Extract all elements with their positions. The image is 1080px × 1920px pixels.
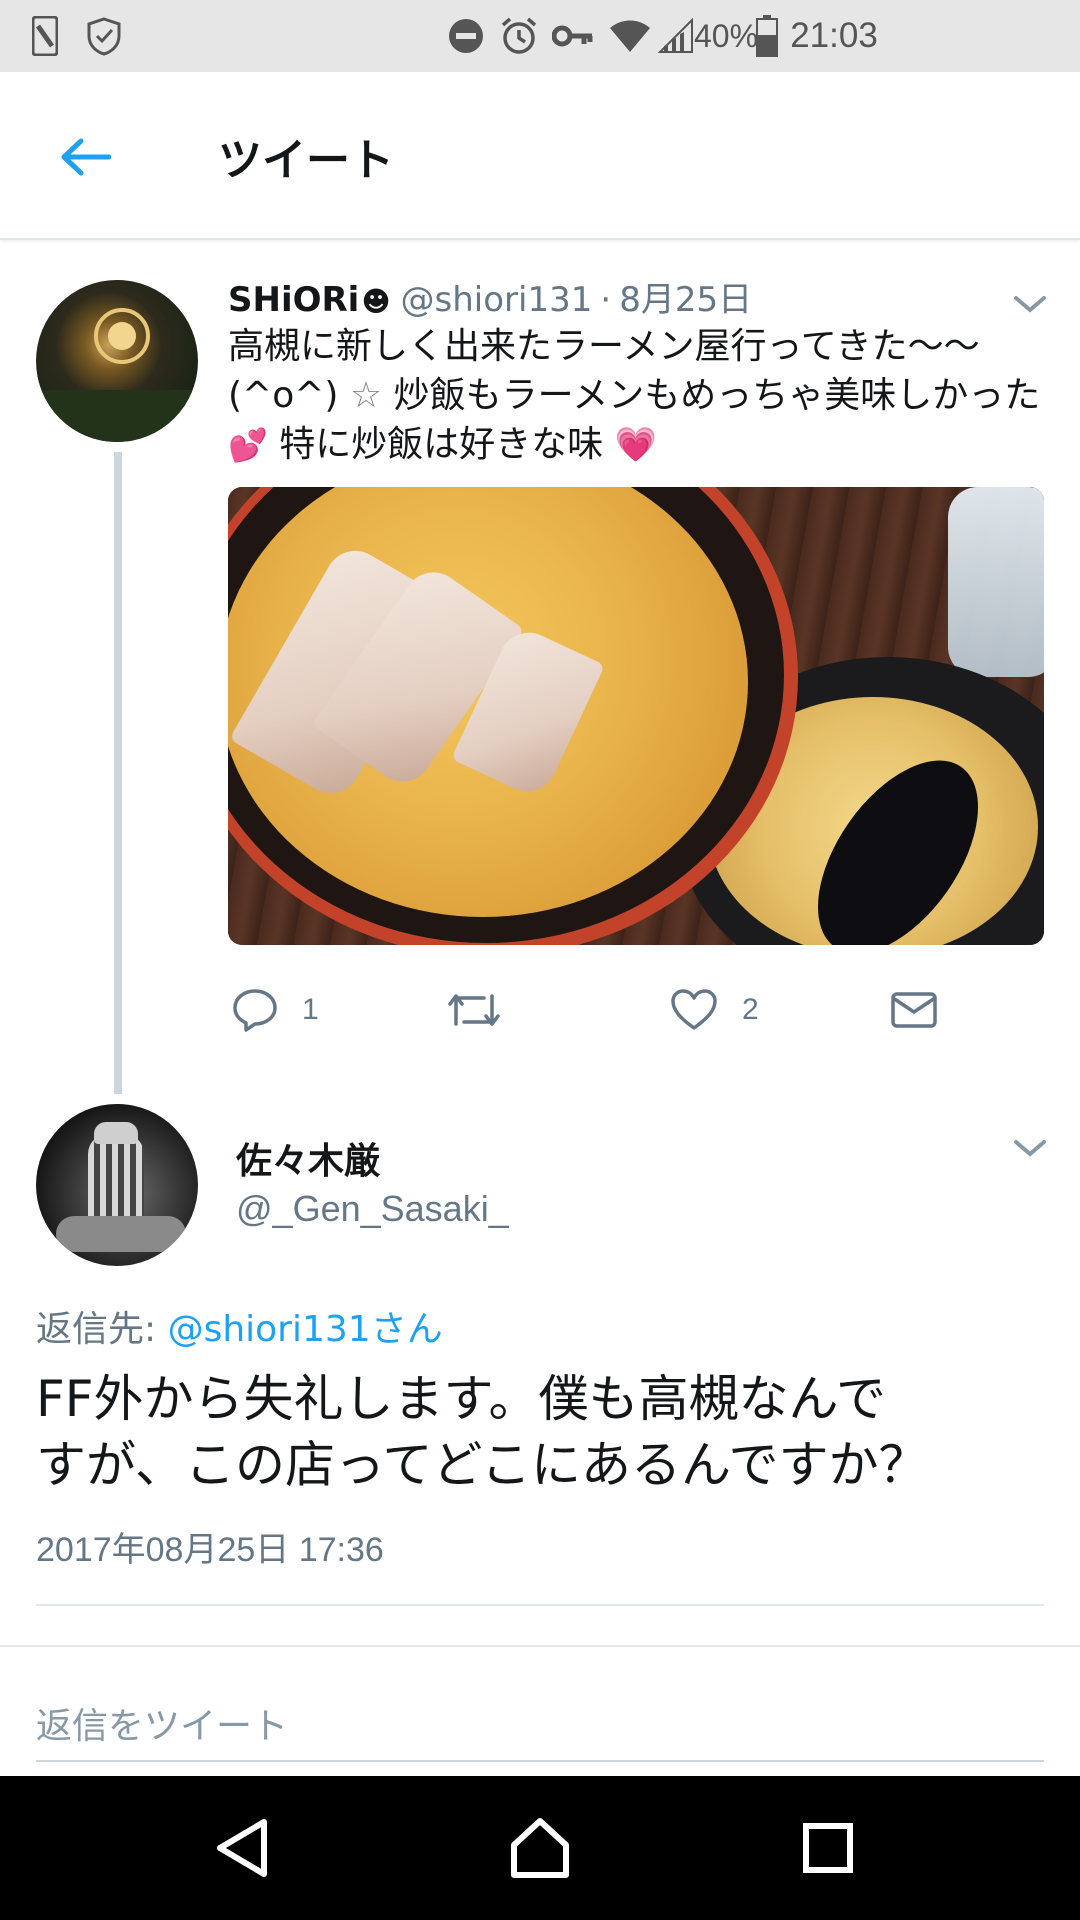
user-handle[interactable]: @_Gen_Sasaki_ xyxy=(236,1188,509,1230)
sparkling-heart-emoji: 💗 xyxy=(614,425,658,465)
system-nav-bar xyxy=(0,1776,1080,1920)
signal-icon xyxy=(656,0,696,72)
back-nav-icon[interactable] xyxy=(172,1776,312,1920)
dm-share-button[interactable] xyxy=(890,975,938,1045)
status-bar: 40% 21:03 xyxy=(0,0,1080,72)
reply-input[interactable]: 返信をツイート xyxy=(36,1688,1044,1758)
shield-icon xyxy=(84,0,124,72)
chevron-down-icon[interactable] xyxy=(1010,290,1050,320)
tweet-text-line: 高槻に新しく出来たラーメン屋行ってきた〜〜 xyxy=(228,326,980,367)
like-button[interactable]: 2 xyxy=(670,975,759,1045)
key-icon xyxy=(552,0,594,72)
display-name[interactable]: SHiORi xyxy=(228,280,359,320)
battery-percent: 40% xyxy=(693,17,759,54)
wifi-icon xyxy=(608,0,652,72)
star-emoji: ☆ xyxy=(349,375,383,416)
separator: · xyxy=(600,280,612,320)
tweet-header: SHiORi ☻ @shiori131 · 8月25日 xyxy=(228,272,752,320)
avatar[interactable] xyxy=(36,1104,198,1266)
reply-input-underline xyxy=(36,1760,1044,1762)
tweet-timestamp: 2017年08月25日 17:36 xyxy=(36,1531,384,1569)
recents-nav-icon[interactable] xyxy=(758,1776,898,1920)
name-emoji: ☻ xyxy=(361,285,391,318)
reply-to-link[interactable]: @shiori131さん xyxy=(168,1309,443,1350)
tweet-date[interactable]: 8月25日 xyxy=(619,272,752,321)
clock: 21:03 xyxy=(790,16,878,55)
page-title: ツイート xyxy=(218,135,394,186)
reply-count: 1 xyxy=(302,993,319,1026)
tweet-text-line: すが、この店ってどこにあるんですか？ xyxy=(36,1436,929,1494)
tweet-actions: 1 2 xyxy=(228,975,1058,1045)
reply-to-label: 返信先: xyxy=(36,1309,168,1350)
tweet-photo[interactable] xyxy=(228,487,1044,945)
tweet-text-fragment: 炒飯もラーメンもめっちゃ美味しかった xyxy=(393,375,1041,416)
two-hearts-emoji: 💕 xyxy=(228,426,268,464)
back-arrow-icon[interactable] xyxy=(50,122,120,192)
like-count: 2 xyxy=(742,993,759,1026)
app-header: ツイート xyxy=(0,72,1080,240)
tweet-text-fragment: 特に炒飯は好きな味 xyxy=(279,424,604,465)
alarm-icon xyxy=(498,0,540,72)
user-handle[interactable]: @shiori131 xyxy=(401,280,593,320)
phone-icon xyxy=(30,0,60,72)
tweet-text-fragment: (^o^) xyxy=(228,375,339,416)
dnd-icon xyxy=(446,0,486,72)
tweet-text: FF外から失礼します。僕も高槻なんで すが、この店ってどこにあるんですか？ xyxy=(36,1366,1066,1498)
reply-button[interactable]: 1 xyxy=(232,975,319,1045)
chevron-down-icon[interactable] xyxy=(1010,1134,1050,1164)
display-name[interactable]: 佐々木厳 xyxy=(236,1132,380,1184)
tweet-text-line: FF外から失礼します。僕も高槻なんで xyxy=(36,1370,887,1428)
divider xyxy=(36,1604,1044,1606)
tweet-text: 高槻に新しく出来たラーメン屋行ってきた〜〜 (^o^) ☆ 炒飯もラーメンもめっ… xyxy=(228,322,1058,470)
battery-icon xyxy=(754,0,780,72)
thread-line xyxy=(114,452,122,1094)
reply-to: 返信先: @shiori131さん xyxy=(36,1300,443,1352)
avatar[interactable] xyxy=(36,280,198,442)
retweet-button[interactable] xyxy=(446,975,526,1045)
home-nav-icon[interactable] xyxy=(470,1776,610,1920)
divider xyxy=(0,1645,1080,1647)
